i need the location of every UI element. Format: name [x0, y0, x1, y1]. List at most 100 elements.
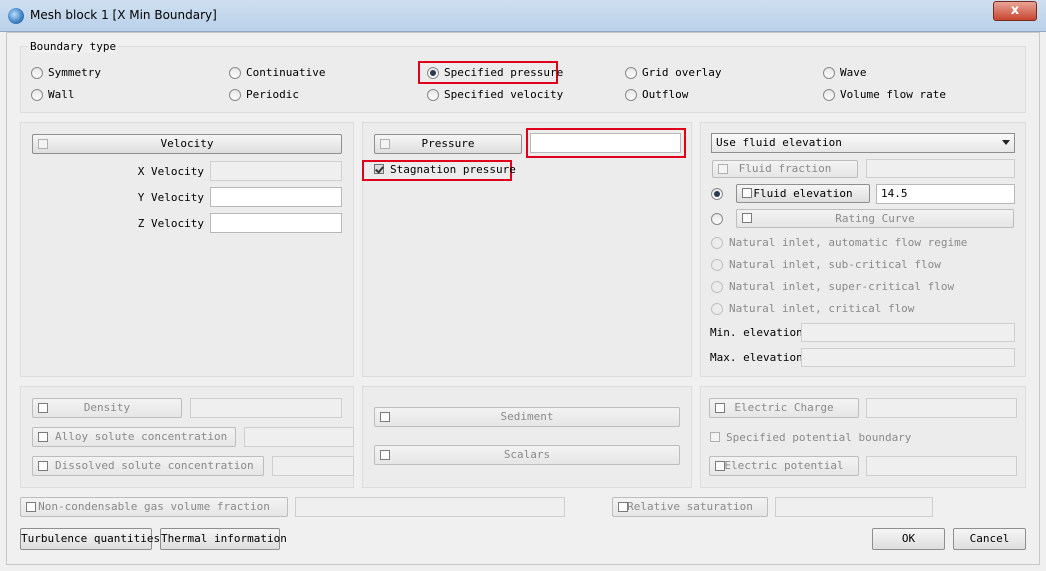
cancel-button[interactable]: Cancel [953, 528, 1026, 550]
pressure-button[interactable]: Pressure [374, 134, 522, 154]
radio-wall-label: Wall [48, 88, 75, 101]
natural-inlet-critical-label: Natural inlet, critical flow [729, 302, 915, 315]
pressure-value-input[interactable] [530, 133, 681, 153]
non-condensable-button[interactable]: Non-condensable gas volume fraction [20, 497, 288, 517]
max-elevation-label: Max. elevation [710, 351, 803, 364]
electric-potential-checkbox[interactable] [715, 461, 725, 471]
pressure-button-label: Pressure [421, 137, 475, 150]
fluid-elevation-input[interactable]: 14.5 [876, 184, 1015, 204]
electric-charge-input[interactable] [866, 398, 1017, 418]
density-button[interactable]: Density [32, 398, 182, 418]
radio-natural-inlet-critical[interactable] [711, 303, 723, 315]
natural-inlet-supercritical-label: Natural inlet, super-critical flow [729, 280, 955, 293]
radio-wall[interactable] [31, 89, 43, 101]
radio-fluid-elevation[interactable] [711, 188, 723, 200]
fluid-elevation-checkbox[interactable] [742, 188, 752, 198]
app-icon [8, 8, 24, 24]
x-velocity-label: X Velocity [137, 165, 204, 178]
turbulence-quantities-button[interactable]: Turbulence quantities [20, 528, 160, 550]
radio-grid-overlay-label: Grid overlay [642, 66, 722, 79]
non-condensable-input[interactable] [295, 497, 565, 517]
electric-potential-input[interactable] [866, 456, 1017, 476]
stagnation-pressure-checkbox[interactable] [374, 164, 384, 174]
radio-periodic-label: Periodic [246, 88, 299, 101]
stagnation-pressure-label: Stagnation pressure [390, 163, 516, 176]
density-checkbox[interactable] [38, 403, 48, 413]
dissolved-solute-label: Dissolved solute concentration [55, 459, 254, 472]
non-condensable-label: Non-condensable gas volume fraction [38, 500, 270, 513]
specified-potential-checkbox[interactable] [710, 432, 720, 442]
y-velocity-input[interactable] [210, 187, 342, 207]
rating-curve-button[interactable]: Rating Curve [736, 209, 1014, 228]
density-input[interactable] [190, 398, 342, 418]
close-button[interactable]: x [993, 1, 1037, 21]
radio-continuative-label: Continuative [246, 66, 326, 79]
radio-periodic[interactable] [229, 89, 241, 101]
radio-symmetry-label: Symmetry [48, 66, 101, 79]
radio-wave[interactable] [823, 67, 835, 79]
rating-curve-label: Rating Curve [835, 212, 915, 225]
density-label: Density [83, 401, 131, 414]
thermal-information-button[interactable]: Thermal information [160, 528, 287, 550]
radio-rating-curve[interactable] [711, 213, 723, 225]
radio-volume-flow-rate[interactable] [823, 89, 835, 101]
rating-curve-checkbox[interactable] [742, 213, 752, 223]
min-elevation-input[interactable] [801, 323, 1015, 342]
electric-charge-checkbox[interactable] [715, 403, 725, 413]
z-velocity-label: Z Velocity [137, 217, 204, 230]
radio-symmetry[interactable] [31, 67, 43, 79]
relative-saturation-input[interactable] [775, 497, 933, 517]
radio-grid-overlay[interactable] [625, 67, 637, 79]
radio-outflow[interactable] [625, 89, 637, 101]
relative-saturation-button[interactable]: Relative saturation [612, 497, 768, 517]
boundary-type-legend: Boundary type [28, 40, 119, 53]
fluid-elevation-button[interactable]: Fluid elevation [736, 184, 870, 203]
relative-saturation-checkbox[interactable] [618, 502, 628, 512]
ok-button[interactable]: OK [872, 528, 945, 550]
radio-natural-inlet-subcritical[interactable] [711, 259, 723, 271]
velocity-checkbox[interactable] [38, 139, 48, 149]
radio-volume-flow-rate-label: Volume flow rate [840, 88, 946, 101]
chevron-down-icon [1002, 140, 1010, 145]
z-velocity-input[interactable] [210, 213, 342, 233]
radio-specified-pressure-label: Specified pressure [444, 66, 564, 79]
dissolved-solute-checkbox[interactable] [38, 461, 48, 471]
non-condensable-checkbox[interactable] [26, 502, 36, 512]
sediment-button[interactable]: Sediment [374, 407, 680, 427]
radio-natural-inlet-supercritical[interactable] [711, 281, 723, 293]
sediment-checkbox[interactable] [380, 412, 390, 422]
scalars-button[interactable]: Scalars [374, 445, 680, 465]
fluid-fraction-input[interactable] [866, 159, 1015, 178]
electric-potential-button[interactable]: Electric potential [709, 456, 859, 476]
specified-potential-label: Specified potential boundary [726, 431, 912, 444]
velocity-button[interactable]: Velocity [32, 134, 342, 154]
fluid-fraction-checkbox[interactable] [718, 164, 728, 174]
fluid-mode-dropdown[interactable]: Use fluid elevation [711, 133, 1015, 153]
electric-charge-label: Electric Charge [734, 401, 834, 414]
dissolved-solute-input[interactable] [272, 456, 354, 476]
x-velocity-input[interactable] [210, 161, 342, 181]
window-title: Mesh block 1 [X Min Boundary] [30, 8, 217, 22]
alloy-solute-button[interactable]: Alloy solute concentration [32, 427, 236, 447]
y-velocity-label: Y Velocity [137, 191, 204, 204]
alloy-solute-label: Alloy solute concentration [55, 430, 228, 443]
fluid-fraction-button[interactable]: Fluid fraction [712, 160, 858, 178]
title-bar: Mesh block 1 [X Min Boundary] x [0, 0, 1046, 32]
electric-charge-button[interactable]: Electric Charge [709, 398, 859, 418]
dissolved-solute-button[interactable]: Dissolved solute concentration [32, 456, 264, 476]
radio-specified-velocity[interactable] [427, 89, 439, 101]
fluid-elevation-label: Fluid elevation [753, 187, 853, 200]
scalars-checkbox[interactable] [380, 450, 390, 460]
max-elevation-input[interactable] [801, 348, 1015, 367]
min-elevation-label: Min. elevation [710, 326, 803, 339]
fluid-fraction-label: Fluid fraction [738, 162, 832, 175]
alloy-solute-checkbox[interactable] [38, 432, 48, 442]
radio-continuative[interactable] [229, 67, 241, 79]
pressure-checkbox[interactable] [380, 139, 390, 149]
radio-specified-velocity-label: Specified velocity [444, 88, 564, 101]
lower-middle-panel [362, 386, 692, 488]
radio-specified-pressure[interactable] [427, 67, 439, 79]
radio-wave-label: Wave [840, 66, 867, 79]
alloy-solute-input[interactable] [244, 427, 354, 447]
radio-natural-inlet-automatic[interactable] [711, 237, 723, 249]
